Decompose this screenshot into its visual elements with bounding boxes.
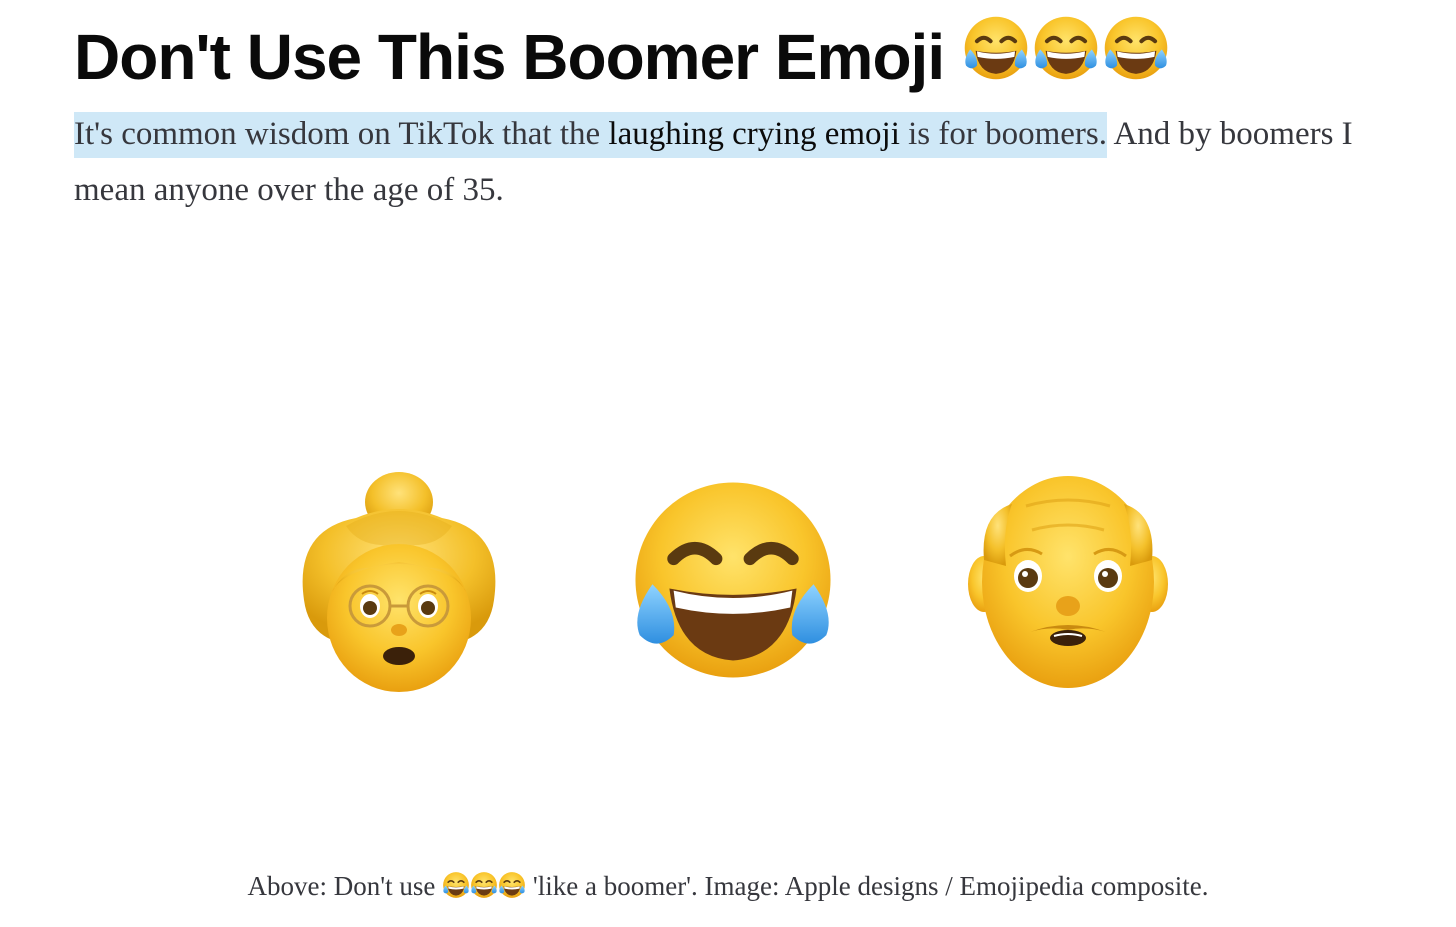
face-with-tears-of-joy-icon <box>470 870 498 910</box>
article-title: Don't Use This Boomer Emoji <box>74 14 1170 100</box>
older-man-emoji <box>968 476 1168 688</box>
highlighted-text[interactable]: It's common wisdom on TikTok that the la… <box>74 112 1108 158</box>
older-woman-emoji <box>302 472 496 692</box>
intro-paragraph: It's common wisdom on TikTok that the la… <box>74 106 1394 218</box>
face-with-tears-of-joy-icon <box>442 870 470 910</box>
face-with-tears-of-joy-emoji <box>622 474 844 686</box>
caption-text-before: Above: Don't use <box>247 871 443 901</box>
face-with-tears-of-joy-icon <box>1102 14 1170 100</box>
laughing-crying-emoji-link[interactable]: laughing crying emoji <box>608 116 899 152</box>
intro-text-part2: is for boomers. <box>899 116 1108 152</box>
title-emoji-group <box>962 14 1170 100</box>
face-with-tears-of-joy-icon <box>1032 14 1100 100</box>
article-title-text: Don't Use This Boomer Emoji <box>74 21 945 93</box>
caption-text-after: 'like a boomer'. Image: Apple designs / … <box>526 871 1209 901</box>
face-with-tears-of-joy-icon <box>498 870 526 910</box>
figure-caption: Above: Don't use 'like a boomer'. Image:… <box>0 866 1456 910</box>
emoji-composite-image <box>0 430 1456 730</box>
intro-text-part1: It's common wisdom on TikTok that the <box>74 116 609 152</box>
face-with-tears-of-joy-icon <box>962 14 1030 100</box>
